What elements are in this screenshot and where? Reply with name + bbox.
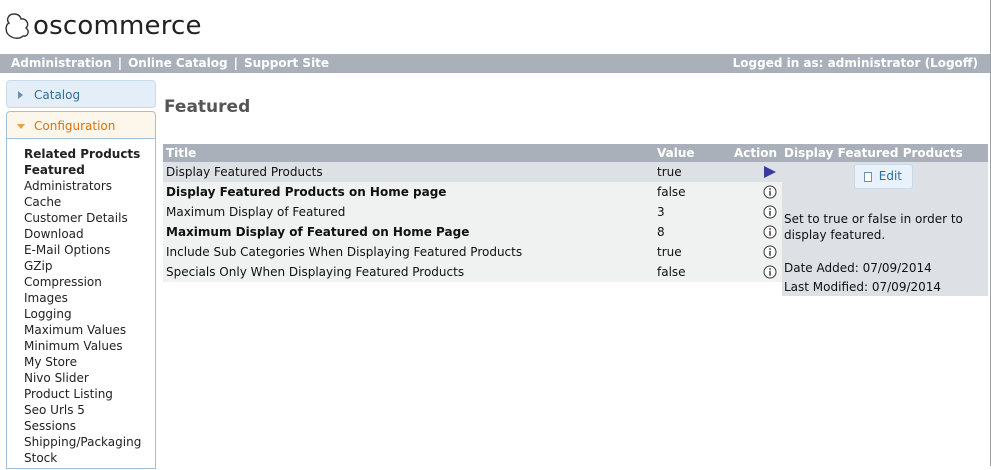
document-icon bbox=[864, 172, 872, 182]
sidebar-item-download[interactable]: Download bbox=[24, 226, 155, 242]
row-title: Include Sub Categories When Displaying F… bbox=[166, 245, 523, 259]
row-value: false bbox=[657, 265, 686, 279]
row-title: Maximum Display of Featured on Home Page bbox=[166, 225, 470, 239]
sidebar-item-customer-details[interactable]: Customer Details bbox=[24, 210, 155, 226]
table-row[interactable]: Maximum Display of Featured 3 bbox=[163, 202, 783, 222]
sidebar-item-cache[interactable]: Cache bbox=[24, 194, 155, 210]
oscommerce-logo-icon bbox=[5, 13, 29, 39]
sidebar-item-compression[interactable]: Compression bbox=[24, 274, 155, 290]
sidebar-item-shipping-packaging[interactable]: Shipping/Packaging bbox=[24, 434, 155, 450]
nav-separator: | bbox=[233, 56, 238, 70]
sidebar-item-nivo-slider[interactable]: Nivo Slider bbox=[24, 370, 155, 386]
selected-arrow-icon bbox=[764, 166, 776, 178]
sidebar-section-configuration[interactable]: Configuration bbox=[6, 111, 156, 139]
collapsed-triangle-icon bbox=[18, 91, 23, 99]
sidebar-item-images[interactable]: Images bbox=[24, 290, 155, 306]
last-modified: Last Modified: 07/09/2014 bbox=[784, 280, 942, 294]
sidebar-item-logging[interactable]: Logging bbox=[24, 306, 155, 322]
info-icon[interactable] bbox=[763, 265, 777, 279]
nav-link-support-site[interactable]: Support Site bbox=[244, 56, 329, 70]
info-description: Set to true or false in order to display… bbox=[784, 212, 963, 242]
sidebar: Catalog Configuration Related Products F… bbox=[6, 80, 156, 470]
sidebar-item-gzip[interactable]: GZip bbox=[24, 258, 155, 274]
top-nav-links: Administration | Online Catalog | Support Si… bbox=[11, 54, 329, 73]
row-value: 8 bbox=[657, 225, 665, 239]
sidebar-item-email-options[interactable]: E-Mail Options bbox=[24, 242, 155, 258]
info-panel: Display Featured Products Edit Set to tr… bbox=[782, 144, 988, 296]
row-title: Specials Only When Displaying Featured P… bbox=[166, 265, 465, 279]
nav-link-administration[interactable]: Administration bbox=[11, 56, 112, 70]
row-title: Display Featured Products bbox=[166, 165, 323, 179]
row-title: Maximum Display of Featured bbox=[166, 205, 346, 219]
sidebar-item-stock[interactable]: Stock bbox=[24, 450, 155, 466]
sidebar-item-administrators[interactable]: Administrators bbox=[24, 178, 155, 194]
sidebar-item-product-listing[interactable]: Product Listing bbox=[24, 386, 155, 402]
table-row[interactable]: Maximum Display of Featured on Home Page… bbox=[163, 222, 783, 242]
row-value: true bbox=[657, 245, 682, 259]
header-title: Title bbox=[166, 146, 197, 160]
logged-in-status[interactable]: Logged in as: administrator (Logoff) bbox=[733, 54, 978, 73]
sidebar-section-label: Configuration bbox=[34, 119, 116, 133]
table-header: Title Value Action bbox=[163, 144, 783, 162]
nav-link-online-catalog[interactable]: Online Catalog bbox=[128, 56, 228, 70]
sidebar-item-sessions[interactable]: Sessions bbox=[24, 418, 155, 434]
logo[interactable]: oscommerce bbox=[4, 6, 202, 46]
sidebar-item-maximum-values[interactable]: Maximum Values bbox=[24, 322, 155, 338]
sidebar-item-my-store[interactable]: My Store bbox=[24, 354, 155, 370]
config-table: Title Value Action Display Featured Prod… bbox=[163, 144, 783, 282]
nav-separator: | bbox=[117, 56, 123, 70]
configuration-menu: Related Products Featured Administrators… bbox=[6, 139, 156, 469]
info-icon[interactable] bbox=[763, 225, 777, 239]
table-row[interactable]: Display Featured Products true bbox=[163, 162, 783, 182]
row-title: Display Featured Products on Home page bbox=[166, 185, 447, 199]
edit-button-label: Edit bbox=[878, 169, 902, 183]
info-icon[interactable] bbox=[763, 245, 777, 259]
sidebar-item-seo-urls[interactable]: Seo Urls 5 bbox=[24, 402, 155, 418]
table-row[interactable]: Display Featured Products on Home page f… bbox=[163, 182, 783, 202]
sidebar-section-label: Catalog bbox=[34, 88, 81, 102]
header-action: Action bbox=[734, 146, 778, 160]
row-value: 3 bbox=[657, 205, 665, 219]
sidebar-item-featured[interactable]: Featured bbox=[24, 162, 155, 178]
sidebar-section-catalog[interactable]: Catalog bbox=[6, 80, 156, 108]
page-title: Featured bbox=[164, 97, 251, 117]
top-nav-bar: Administration | Online Catalog | Support Si… bbox=[0, 54, 990, 73]
row-value: false bbox=[657, 185, 686, 199]
info-panel-heading: Display Featured Products bbox=[782, 144, 988, 162]
sidebar-item-minimum-values[interactable]: Minimum Values bbox=[24, 338, 155, 354]
expanded-triangle-icon bbox=[17, 124, 25, 129]
info-icon[interactable] bbox=[763, 185, 777, 199]
info-icon[interactable] bbox=[763, 205, 777, 219]
row-value: true bbox=[657, 165, 682, 179]
edit-button[interactable]: Edit bbox=[854, 164, 913, 189]
date-added: Date Added: 07/09/2014 bbox=[784, 261, 932, 275]
header-value: Value bbox=[657, 146, 695, 160]
sidebar-item-related-products[interactable]: Related Products bbox=[24, 146, 155, 162]
logo-text: oscommerce bbox=[33, 11, 202, 41]
table-row[interactable]: Specials Only When Displaying Featured P… bbox=[163, 262, 783, 282]
table-row[interactable]: Include Sub Categories When Displaying F… bbox=[163, 242, 783, 262]
